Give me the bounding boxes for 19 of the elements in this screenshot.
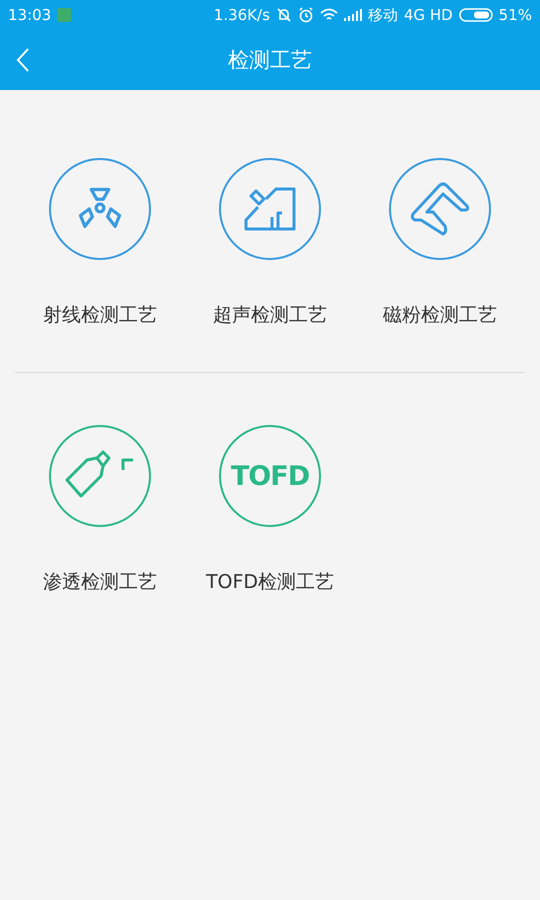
- status-time: 13:03: [8, 6, 52, 24]
- network-speed: 1.36K/s: [214, 6, 270, 24]
- icon-text: TOFD: [230, 460, 310, 492]
- menu-item[interactable]: 磁粉检测工艺: [355, 158, 525, 328]
- carrier-name: 移动: [368, 6, 398, 24]
- menu-item[interactable]: 射线检测工艺: [15, 158, 185, 328]
- signal-icon: [344, 9, 362, 21]
- chart-icon: [242, 185, 298, 233]
- menu-item[interactable]: 渗透检测工艺: [15, 425, 185, 595]
- network-type: 4G HD: [404, 6, 453, 24]
- battery-level: 51%: [498, 6, 532, 24]
- wifi-icon: [320, 8, 338, 22]
- menu-item[interactable]: 超声检测工艺: [185, 158, 355, 328]
- alarm-icon: [298, 7, 314, 23]
- clamp-icon: [409, 180, 471, 238]
- page-title: 检测工艺: [228, 48, 312, 72]
- bell-muted-icon: [276, 7, 292, 23]
- menu-item[interactable]: TOFD TOFD检测工艺: [185, 425, 355, 595]
- battery-icon: [458, 8, 493, 22]
